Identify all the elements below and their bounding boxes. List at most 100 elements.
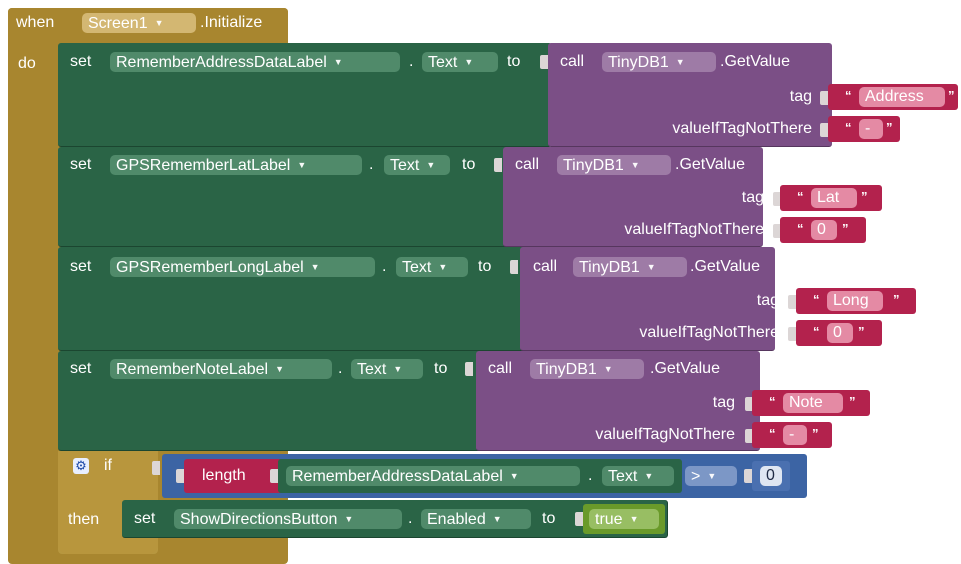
getvalue-label: .GetValue: [690, 258, 760, 275]
call-label: call: [533, 258, 558, 275]
fallback-text-field[interactable]: -: [783, 425, 807, 445]
fallback-text-field[interactable]: 0: [811, 220, 837, 240]
socket-tab: [152, 461, 160, 475]
show-directions-component: ShowDirectionsButton: [180, 511, 338, 528]
chevron-down-icon: ▼: [333, 57, 343, 67]
text-property-name: Text: [428, 54, 458, 71]
tinydb-component: TinyDB1: [563, 157, 624, 174]
chevron-down-icon: ▼: [310, 262, 320, 272]
text-property-dropdown[interactable]: Text ▼: [396, 257, 468, 277]
socket-tab: [744, 469, 752, 483]
socket-tab: [788, 327, 796, 341]
set-label: set: [70, 156, 92, 173]
dot-label: .: [338, 360, 343, 377]
chevron-down-icon: ▼: [707, 471, 717, 481]
tag-text-field[interactable]: Lat: [811, 188, 857, 208]
number-field[interactable]: 0: [760, 466, 782, 486]
open-quote: “: [797, 189, 804, 204]
fallback-text-field[interactable]: -: [859, 119, 883, 139]
address-label-dropdown[interactable]: RememberAddressDataLabel ▼: [110, 52, 400, 72]
set-label: set: [134, 510, 156, 527]
socket-tab: [176, 469, 184, 483]
set-label: set: [70, 258, 92, 275]
socket-tab: [788, 295, 796, 309]
long-label-dropdown[interactable]: GPSRememberLongLabel ▼: [110, 257, 375, 277]
socket-tab: [270, 469, 278, 483]
open-quote: “: [813, 324, 820, 339]
chevron-down-icon: ▼: [393, 364, 403, 374]
open-quote: “: [813, 292, 820, 307]
open-quote: “: [797, 221, 804, 236]
text-property-name: Text: [608, 468, 638, 485]
fallback-label: valueIfTagNotThere: [624, 221, 764, 238]
close-quote: ”: [849, 394, 856, 409]
chevron-down-icon: ▼: [438, 262, 448, 272]
call-label: call: [488, 360, 513, 377]
chevron-down-icon: ▼: [426, 160, 436, 170]
socket-tab: [540, 55, 548, 69]
socket-tab: [820, 123, 828, 137]
tag-label: tag: [712, 394, 735, 411]
true-value-dropdown[interactable]: true ▼: [589, 509, 659, 529]
event-footer: [8, 554, 288, 563]
close-quote: ”: [893, 292, 900, 307]
to-label: to: [434, 360, 448, 377]
tag-label: tag: [756, 292, 779, 309]
event-name: .Initialize: [200, 14, 263, 31]
text-property-name: Text: [357, 361, 387, 378]
chevron-down-icon: ▼: [646, 262, 656, 272]
gear-icon[interactable]: ⚙: [73, 458, 89, 474]
tinydb-component: TinyDB1: [608, 54, 669, 71]
to-label: to: [478, 258, 492, 275]
when-label: when: [16, 14, 55, 31]
note-label-dropdown[interactable]: RememberNoteLabel ▼: [110, 359, 332, 379]
dot-label: .: [409, 53, 414, 70]
text-property-dropdown[interactable]: Text ▼: [602, 466, 674, 486]
socket-tab: [575, 512, 583, 526]
long-label-component: GPSRememberLongLabel: [116, 259, 304, 276]
text-property-dropdown[interactable]: Text ▼: [422, 52, 498, 72]
tinydb-dropdown[interactable]: TinyDB1 ▼: [557, 155, 671, 175]
socket-tab: [494, 158, 502, 172]
fallback-label: valueIfTagNotThere: [595, 426, 735, 443]
address-component-dropdown[interactable]: RememberAddressDataLabel ▼: [286, 466, 580, 486]
if-label: if: [104, 457, 112, 474]
lat-label-dropdown[interactable]: GPSRememberLatLabel ▼: [110, 155, 362, 175]
screen-component-dropdown[interactable]: Screen1 ▼: [82, 13, 196, 33]
set-label: set: [70, 53, 92, 70]
chevron-down-icon: ▼: [675, 57, 685, 67]
length-label: length: [202, 467, 246, 484]
socket-tab: [820, 91, 828, 105]
chevron-down-icon: ▼: [154, 18, 164, 28]
socket-tab: [510, 260, 518, 274]
dot-label: .: [382, 258, 387, 275]
then-label: then: [68, 511, 100, 528]
tinydb-dropdown[interactable]: TinyDB1 ▼: [602, 52, 716, 72]
chevron-down-icon: ▼: [297, 160, 307, 170]
tag-text-field[interactable]: Address: [859, 87, 945, 107]
fallback-text-field[interactable]: 0: [827, 323, 853, 343]
text-property-name: Text: [390, 157, 420, 174]
operator-dropdown[interactable]: > ▼: [685, 466, 737, 486]
tinydb-dropdown[interactable]: TinyDB1 ▼: [573, 257, 687, 277]
text-property-dropdown[interactable]: Text ▼: [384, 155, 450, 175]
chevron-down-icon: ▼: [275, 364, 284, 374]
getvalue-label: .GetValue: [650, 360, 720, 377]
chevron-down-icon: ▼: [344, 514, 354, 524]
tag-text-field[interactable]: Note: [783, 393, 843, 413]
screen-component-name: Screen1: [88, 15, 148, 32]
close-quote: ”: [886, 120, 893, 135]
set-label: set: [70, 360, 92, 377]
operator-symbol: >: [691, 468, 701, 485]
close-quote: ”: [842, 221, 849, 236]
show-directions-dropdown[interactable]: ShowDirectionsButton ▼: [174, 509, 402, 529]
tag-text-field[interactable]: Long: [827, 291, 883, 311]
tag-label: tag: [741, 189, 764, 206]
call-label: call: [560, 53, 585, 70]
enabled-property-dropdown[interactable]: Enabled ▼: [421, 509, 531, 529]
open-quote: “: [845, 88, 852, 103]
text-property-name: Text: [402, 259, 432, 276]
text-property-dropdown[interactable]: Text ▼: [351, 359, 423, 379]
tinydb-dropdown[interactable]: TinyDB1 ▼: [530, 359, 644, 379]
close-quote: ”: [812, 426, 819, 441]
